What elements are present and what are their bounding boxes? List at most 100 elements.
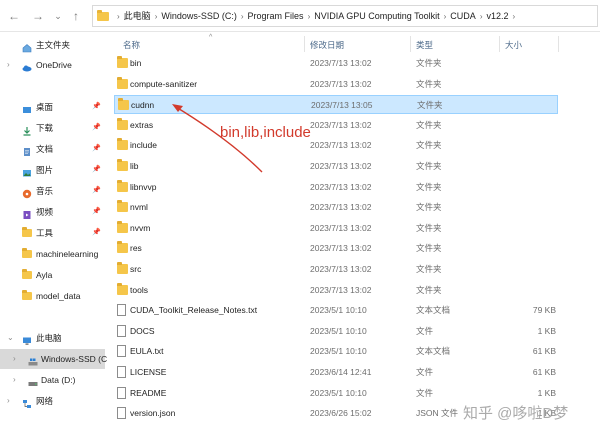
up-arrow-icon[interactable]: ↑ <box>68 7 84 25</box>
sidebar-item-onedrive[interactable]: › OneDrive <box>0 55 105 75</box>
pin-icon[interactable]: 📌 <box>92 160 101 180</box>
annotation-label: bin,lib,include <box>220 124 311 141</box>
table-row[interactable]: LICENSE2023/6/14 12:41文件61 KB <box>114 363 558 382</box>
file-type: 文件夹 <box>416 136 442 155</box>
table-row[interactable]: CUDA_Toolkit_Release_Notes.txt2023/5/1 1… <box>114 301 558 320</box>
breadcrumb-item[interactable]: CUDA <box>450 11 476 21</box>
address-bar[interactable]: ›此电脑›Windows-SSD (C:)›Program Files›NVID… <box>92 5 598 27</box>
sidebar-item-label: model_data <box>36 286 80 306</box>
sidebar-item-tools[interactable]: 工具 📌 <box>0 223 105 243</box>
folder-icon <box>22 292 32 300</box>
breadcrumb-item[interactable]: v12.2 <box>486 11 508 21</box>
column-divider[interactable] <box>499 36 500 52</box>
file-name: DOCS <box>130 322 155 341</box>
watermark-text: 知乎 @哆啦D梦 <box>463 402 568 423</box>
table-row[interactable]: compute-sanitizer2023/7/13 13:02文件夹 <box>114 75 558 94</box>
column-header-size[interactable]: 大小 <box>505 36 522 54</box>
column-header-name[interactable]: 名称 <box>123 36 140 54</box>
breadcrumb-item[interactable]: Windows-SSD (C:) <box>161 11 237 21</box>
sidebar-item-network[interactable]: › 网络 <box>0 391 105 411</box>
file-type: 文件夹 <box>416 281 442 300</box>
pin-icon[interactable]: 📌 <box>92 118 101 138</box>
sidebar-item-pictures[interactable]: 图片 📌 <box>0 160 105 180</box>
folder-icon <box>117 243 128 253</box>
column-header-date[interactable]: 修改日期 <box>310 36 344 54</box>
file-list: 名称 ^ 修改日期 类型 大小 bin2023/7/13 13:02文件夹com… <box>106 33 600 440</box>
chevron-right-icon[interactable]: › <box>13 349 16 369</box>
sidebar-item-this-pc[interactable]: ⌄ 此电脑 <box>0 328 105 348</box>
file-type: 文件夹 <box>416 178 442 197</box>
sidebar-item-model-data[interactable]: model_data <box>0 286 105 306</box>
sidebar-item-label: 桌面 <box>36 97 53 117</box>
column-divider[interactable] <box>304 36 305 52</box>
table-row[interactable]: nvml2023/7/13 13:02文件夹 <box>114 198 558 217</box>
column-header-type[interactable]: 类型 <box>416 36 433 54</box>
table-row[interactable]: extras2023/7/13 13:02文件夹 <box>114 116 558 135</box>
breadcrumb-separator-icon: › <box>117 12 120 21</box>
table-row[interactable]: README2023/5/1 10:10文件1 KB <box>114 384 558 403</box>
sidebar-item-label: 音乐 <box>36 181 53 201</box>
pin-icon[interactable]: 📌 <box>92 223 101 243</box>
sidebar-item-music[interactable]: 音乐 📌 <box>0 181 105 201</box>
pin-icon[interactable]: 📌 <box>92 97 101 117</box>
column-divider[interactable] <box>558 36 559 52</box>
file-modified-date: 2023/7/13 13:02 <box>310 281 371 300</box>
chevron-right-icon[interactable]: › <box>7 55 10 75</box>
pin-icon[interactable]: 📌 <box>92 181 101 201</box>
file-type: 文件夹 <box>416 54 442 73</box>
table-row[interactable]: src2023/7/13 13:02文件夹 <box>114 260 558 279</box>
table-row[interactable]: cudnn2023/7/13 13:05文件夹 <box>114 95 558 114</box>
recent-chevron-down-icon[interactable]: ⌄ <box>50 7 66 25</box>
table-row[interactable]: tools 2023/7/13 13:02 文件夹 <box>114 281 558 300</box>
table-row[interactable]: bin2023/7/13 13:02文件夹 <box>114 54 558 73</box>
sidebar-item-label: Windows-SSD (C <box>41 349 107 369</box>
file-name: bin <box>130 54 141 73</box>
breadcrumb-separator-icon: › <box>308 12 311 21</box>
sidebar-item-data-d[interactable]: › Data (D:) <box>0 370 105 390</box>
breadcrumb-item[interactable]: NVIDIA GPU Computing Toolkit <box>314 11 439 21</box>
sidebar-item-downloads[interactable]: 下载 📌 <box>0 118 105 138</box>
folder-icon <box>117 264 128 274</box>
table-row[interactable]: lib2023/7/13 13:02文件夹 <box>114 157 558 176</box>
drive-icon <box>28 375 38 385</box>
navigation-pane: 主文件夹 › OneDrive 桌面 📌 下载 📌 文档 📌 图片 📌 音乐 📌… <box>0 33 105 440</box>
table-row[interactable]: DOCS2023/5/1 10:10文件1 KB <box>114 322 558 341</box>
sidebar-item-desktop[interactable]: 桌面 📌 <box>0 97 105 117</box>
chevron-right-icon[interactable]: › <box>13 370 16 390</box>
file-modified-date: 2023/5/1 10:10 <box>310 384 367 403</box>
breadcrumb-separator-icon: › <box>155 12 158 21</box>
breadcrumb-item[interactable]: Program Files <box>248 11 304 21</box>
pin-icon[interactable]: 📌 <box>92 202 101 222</box>
download-icon <box>22 123 32 133</box>
folder-icon <box>117 285 128 295</box>
table-row[interactable]: res2023/7/13 13:02文件夹 <box>114 239 558 258</box>
file-type: 文本文档 <box>416 342 450 361</box>
sidebar-item-ayla[interactable]: Ayla <box>0 265 105 285</box>
table-row[interactable]: nvvm2023/7/13 13:02文件夹 <box>114 219 558 238</box>
column-divider[interactable] <box>410 36 411 52</box>
drive-icon <box>28 354 38 364</box>
sidebar-item-documents[interactable]: 文档 📌 <box>0 139 105 159</box>
sidebar-item-videos[interactable]: 视频 📌 <box>0 202 105 222</box>
sidebar-item-machinelearning[interactable]: machinelearning <box>0 244 105 264</box>
folder-icon <box>118 100 129 110</box>
file-modified-date: 2023/7/13 13:02 <box>310 136 371 155</box>
back-arrow-icon[interactable]: ← <box>6 7 22 25</box>
file-size: 79 KB <box>516 301 556 320</box>
table-row[interactable]: libnvvp2023/7/13 13:02文件夹 <box>114 178 558 197</box>
file-size: 61 KB <box>516 342 556 361</box>
breadcrumb-item[interactable]: 此电脑 <box>124 11 151 21</box>
sidebar-item-windows-ssd[interactable]: › Windows-SSD (C <box>0 349 105 369</box>
breadcrumb-separator-icon: › <box>480 12 483 21</box>
table-row[interactable]: EULA.txt2023/5/1 10:10文本文档61 KB <box>114 342 558 361</box>
table-row[interactable]: include2023/7/13 13:02文件夹 <box>114 136 558 155</box>
chevron-right-icon[interactable]: › <box>7 391 10 411</box>
sidebar-item-home[interactable]: 主文件夹 <box>0 35 105 55</box>
desktop-icon <box>22 102 32 112</box>
pin-icon[interactable]: 📌 <box>92 139 101 159</box>
file-name: tools <box>130 281 148 300</box>
file-size: 1 KB <box>516 384 556 403</box>
file-modified-date: 2023/5/1 10:10 <box>310 342 367 361</box>
chevron-down-icon[interactable]: ⌄ <box>7 328 14 348</box>
forward-arrow-icon[interactable]: → <box>30 7 46 25</box>
